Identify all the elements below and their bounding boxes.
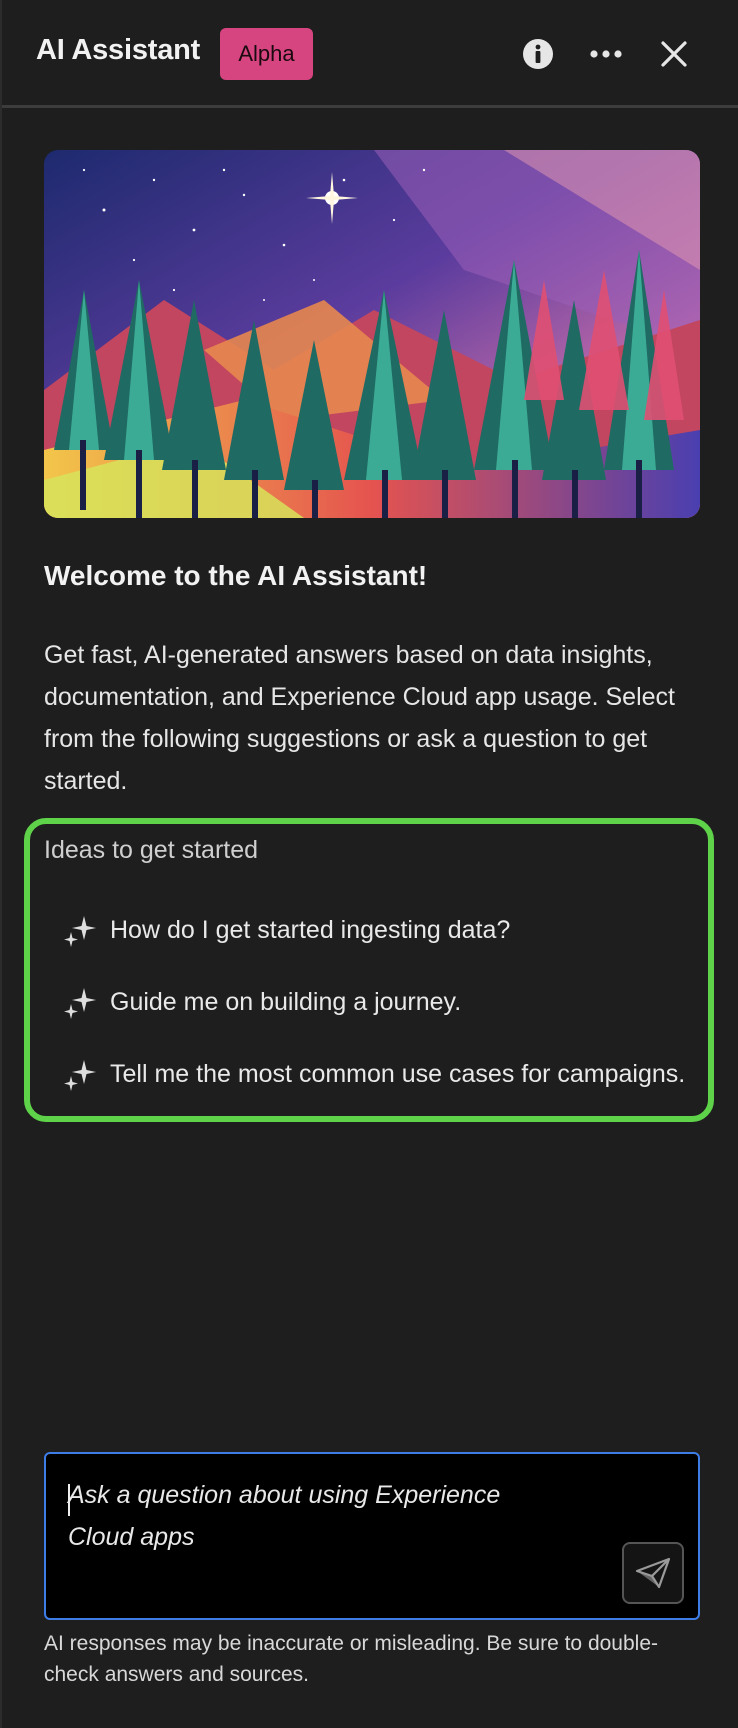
text-caret (68, 1484, 70, 1516)
more-options-button[interactable] (584, 32, 628, 76)
suggestion-item[interactable]: How do I get started ingesting data? (62, 906, 510, 954)
ai-disclaimer: AI responses may be inaccurate or mislea… (44, 1632, 658, 1686)
question-input-placeholder[interactable]: Ask a question about using Experience Cl… (68, 1474, 568, 1558)
welcome-heading: Welcome to the AI Assistant! (44, 560, 428, 591)
ai-assistant-panel: AI Assistant Alpha Welcome to the AI Ass… (0, 0, 738, 1728)
suggestion-item[interactable]: Guide me on building a journey. (62, 978, 461, 1026)
send-icon (635, 1557, 671, 1589)
sparkle-icon (64, 916, 96, 947)
info-icon (523, 39, 553, 69)
close-icon (661, 41, 687, 67)
sparkle-icon (64, 1060, 96, 1091)
close-button[interactable] (652, 32, 696, 76)
welcome-description: Get fast, AI-generated answers based on … (44, 641, 675, 795)
alpha-badge: Alpha (220, 28, 313, 80)
send-button[interactable] (622, 1542, 684, 1604)
info-button[interactable] (516, 32, 560, 76)
ideas-title: Ideas to get started (44, 836, 259, 864)
panel-title: AI Assistant (36, 34, 201, 66)
more-icon (590, 50, 622, 58)
sparkle-icon (64, 988, 96, 1019)
hero-illustration (44, 150, 700, 518)
suggestion-label: Guide me on building a journey. (110, 987, 462, 1016)
question-input[interactable]: Ask a question about using Experience Cl… (44, 1452, 700, 1620)
suggestion-label: How do I get started ingesting data? (110, 915, 511, 944)
panel-header: AI Assistant Alpha (2, 0, 738, 108)
suggestion-item[interactable]: Tell me the most common use cases for ca… (62, 1050, 685, 1098)
suggestion-label: Tell me the most common use cases for ca… (110, 1059, 686, 1088)
